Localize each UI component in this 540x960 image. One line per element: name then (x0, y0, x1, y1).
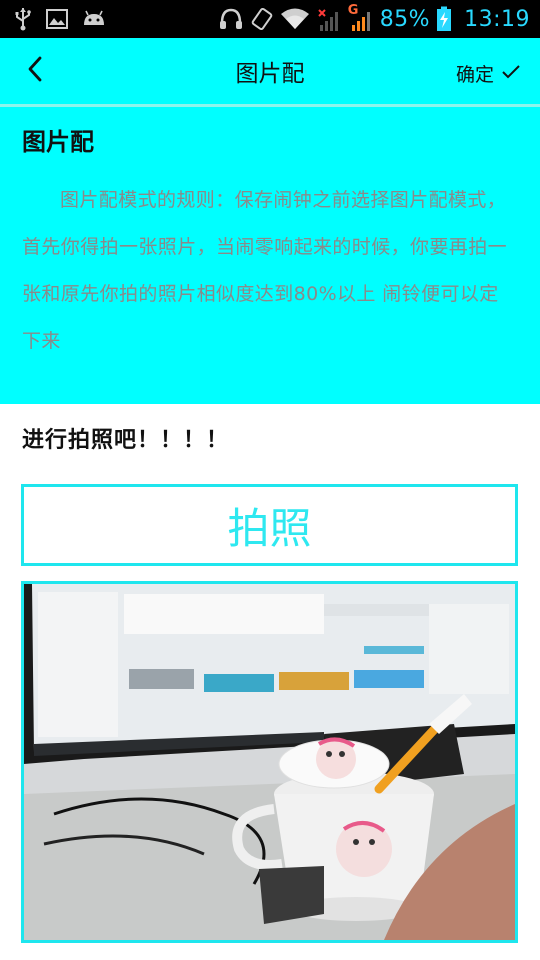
signal-off-icon (316, 6, 342, 32)
mode-heading: 图片配 (22, 128, 94, 156)
clock: 13:19 (464, 6, 530, 32)
rotate-icon (250, 7, 274, 31)
confirm-label: 确定 (455, 63, 494, 86)
android-icon (82, 10, 106, 28)
wifi-icon (280, 7, 310, 31)
photo-preview-image (24, 584, 515, 940)
title-bar: 图片配 确定 (0, 38, 540, 104)
mode-rules-text: 图片配模式的规则：保存闹钟之前选择图片配模式，首先你得拍一张照片，当闹零响起来的… (22, 189, 508, 352)
confirm-button[interactable]: 确定 (456, 56, 520, 90)
mode-description-panel: 图片配 图片配模式的规则：保存闹钟之前选择图片配模式，首先你得拍一张照片，当闹零… (0, 107, 540, 404)
signal-icon: G (347, 3, 374, 32)
take-photo-button[interactable]: 拍照 (21, 484, 518, 566)
image-icon (46, 9, 68, 29)
photo-preview (21, 581, 518, 943)
battery-charging-icon (436, 6, 452, 32)
status-bar-notifications (14, 7, 106, 31)
headphones-icon (218, 7, 244, 31)
back-button[interactable] (18, 54, 52, 88)
status-bar-system: G 85% 13:19 (218, 3, 530, 32)
take-photo-prompt: 进行拍照吧！！！！ (22, 428, 230, 453)
chevron-left-icon (25, 56, 45, 86)
check-icon (502, 62, 520, 84)
battery-percent: 85% (379, 6, 431, 32)
network-type-label: G (347, 3, 359, 18)
status-bar: G 85% 13:19 (0, 0, 540, 38)
usb-icon (14, 7, 32, 31)
take-photo-label: 拍照 (227, 503, 312, 553)
